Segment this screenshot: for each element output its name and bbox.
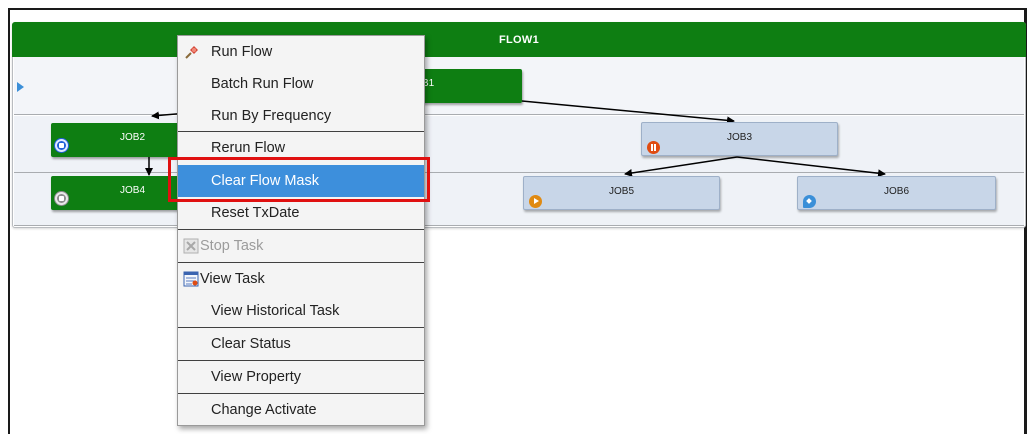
job-label: JOB2 (120, 132, 146, 143)
highlight-annotation-box (168, 157, 430, 202)
menu-item-label: Batch Run Flow (211, 76, 314, 92)
menu-item-stop-task[interactable]: Stop Task (178, 230, 424, 262)
job-label: JOB5 (609, 186, 635, 197)
task-icon (183, 271, 199, 287)
stopped-status-icon (55, 139, 68, 152)
menu-item-label: Clear Status (211, 336, 291, 352)
pause-status-icon (647, 141, 660, 154)
flow-title: FLOW1 (12, 22, 1026, 57)
context-menu: Run Flow Batch Run Flow Run By Frequency… (177, 35, 425, 426)
menu-item-label: Reset TxDate (211, 205, 300, 221)
menu-item-label: Run Flow (211, 44, 273, 60)
menu-item-run-flow[interactable]: Run Flow (178, 36, 424, 68)
menu-item-run-by-frequency[interactable]: Run By Frequency (178, 100, 424, 132)
job-label: JOB6 (884, 186, 910, 197)
stopped-status-icon (55, 192, 68, 205)
tag-status-icon (803, 195, 816, 208)
job-node-job5[interactable]: JOB5 (523, 176, 720, 210)
menu-item-label: Rerun Flow (211, 140, 286, 156)
menu-item-label: Change Activate (211, 402, 317, 418)
menu-item-view-property[interactable]: View Property (178, 361, 424, 393)
menu-item-label: View Historical Task (211, 303, 340, 319)
stop-icon (183, 238, 199, 254)
play-status-icon (529, 195, 542, 208)
menu-item-view-historical-task[interactable]: View Historical Task (178, 295, 424, 327)
expand-arrow-icon[interactable] (17, 82, 24, 92)
job-label: JOB3 (727, 132, 753, 143)
menu-item-label: Run By Frequency (211, 108, 332, 124)
menu-item-view-task[interactable]: View Task (178, 263, 424, 295)
menu-item-label: Stop Task (200, 238, 264, 254)
menu-item-change-activate[interactable]: Change Activate (178, 394, 424, 426)
pin-icon (185, 46, 198, 59)
frame-left-border (8, 8, 10, 434)
menu-item-label: View Property (211, 369, 301, 385)
frame-top-border (8, 8, 1027, 10)
job-node-job3[interactable]: JOB3 (641, 122, 838, 156)
menu-item-label: View Task (200, 271, 265, 287)
job-node-job6[interactable]: JOB6 (797, 176, 996, 210)
job-label: JOB4 (120, 185, 146, 196)
menu-item-clear-status[interactable]: Clear Status (178, 328, 424, 360)
menu-item-batch-run-flow[interactable]: Batch Run Flow (178, 68, 424, 100)
